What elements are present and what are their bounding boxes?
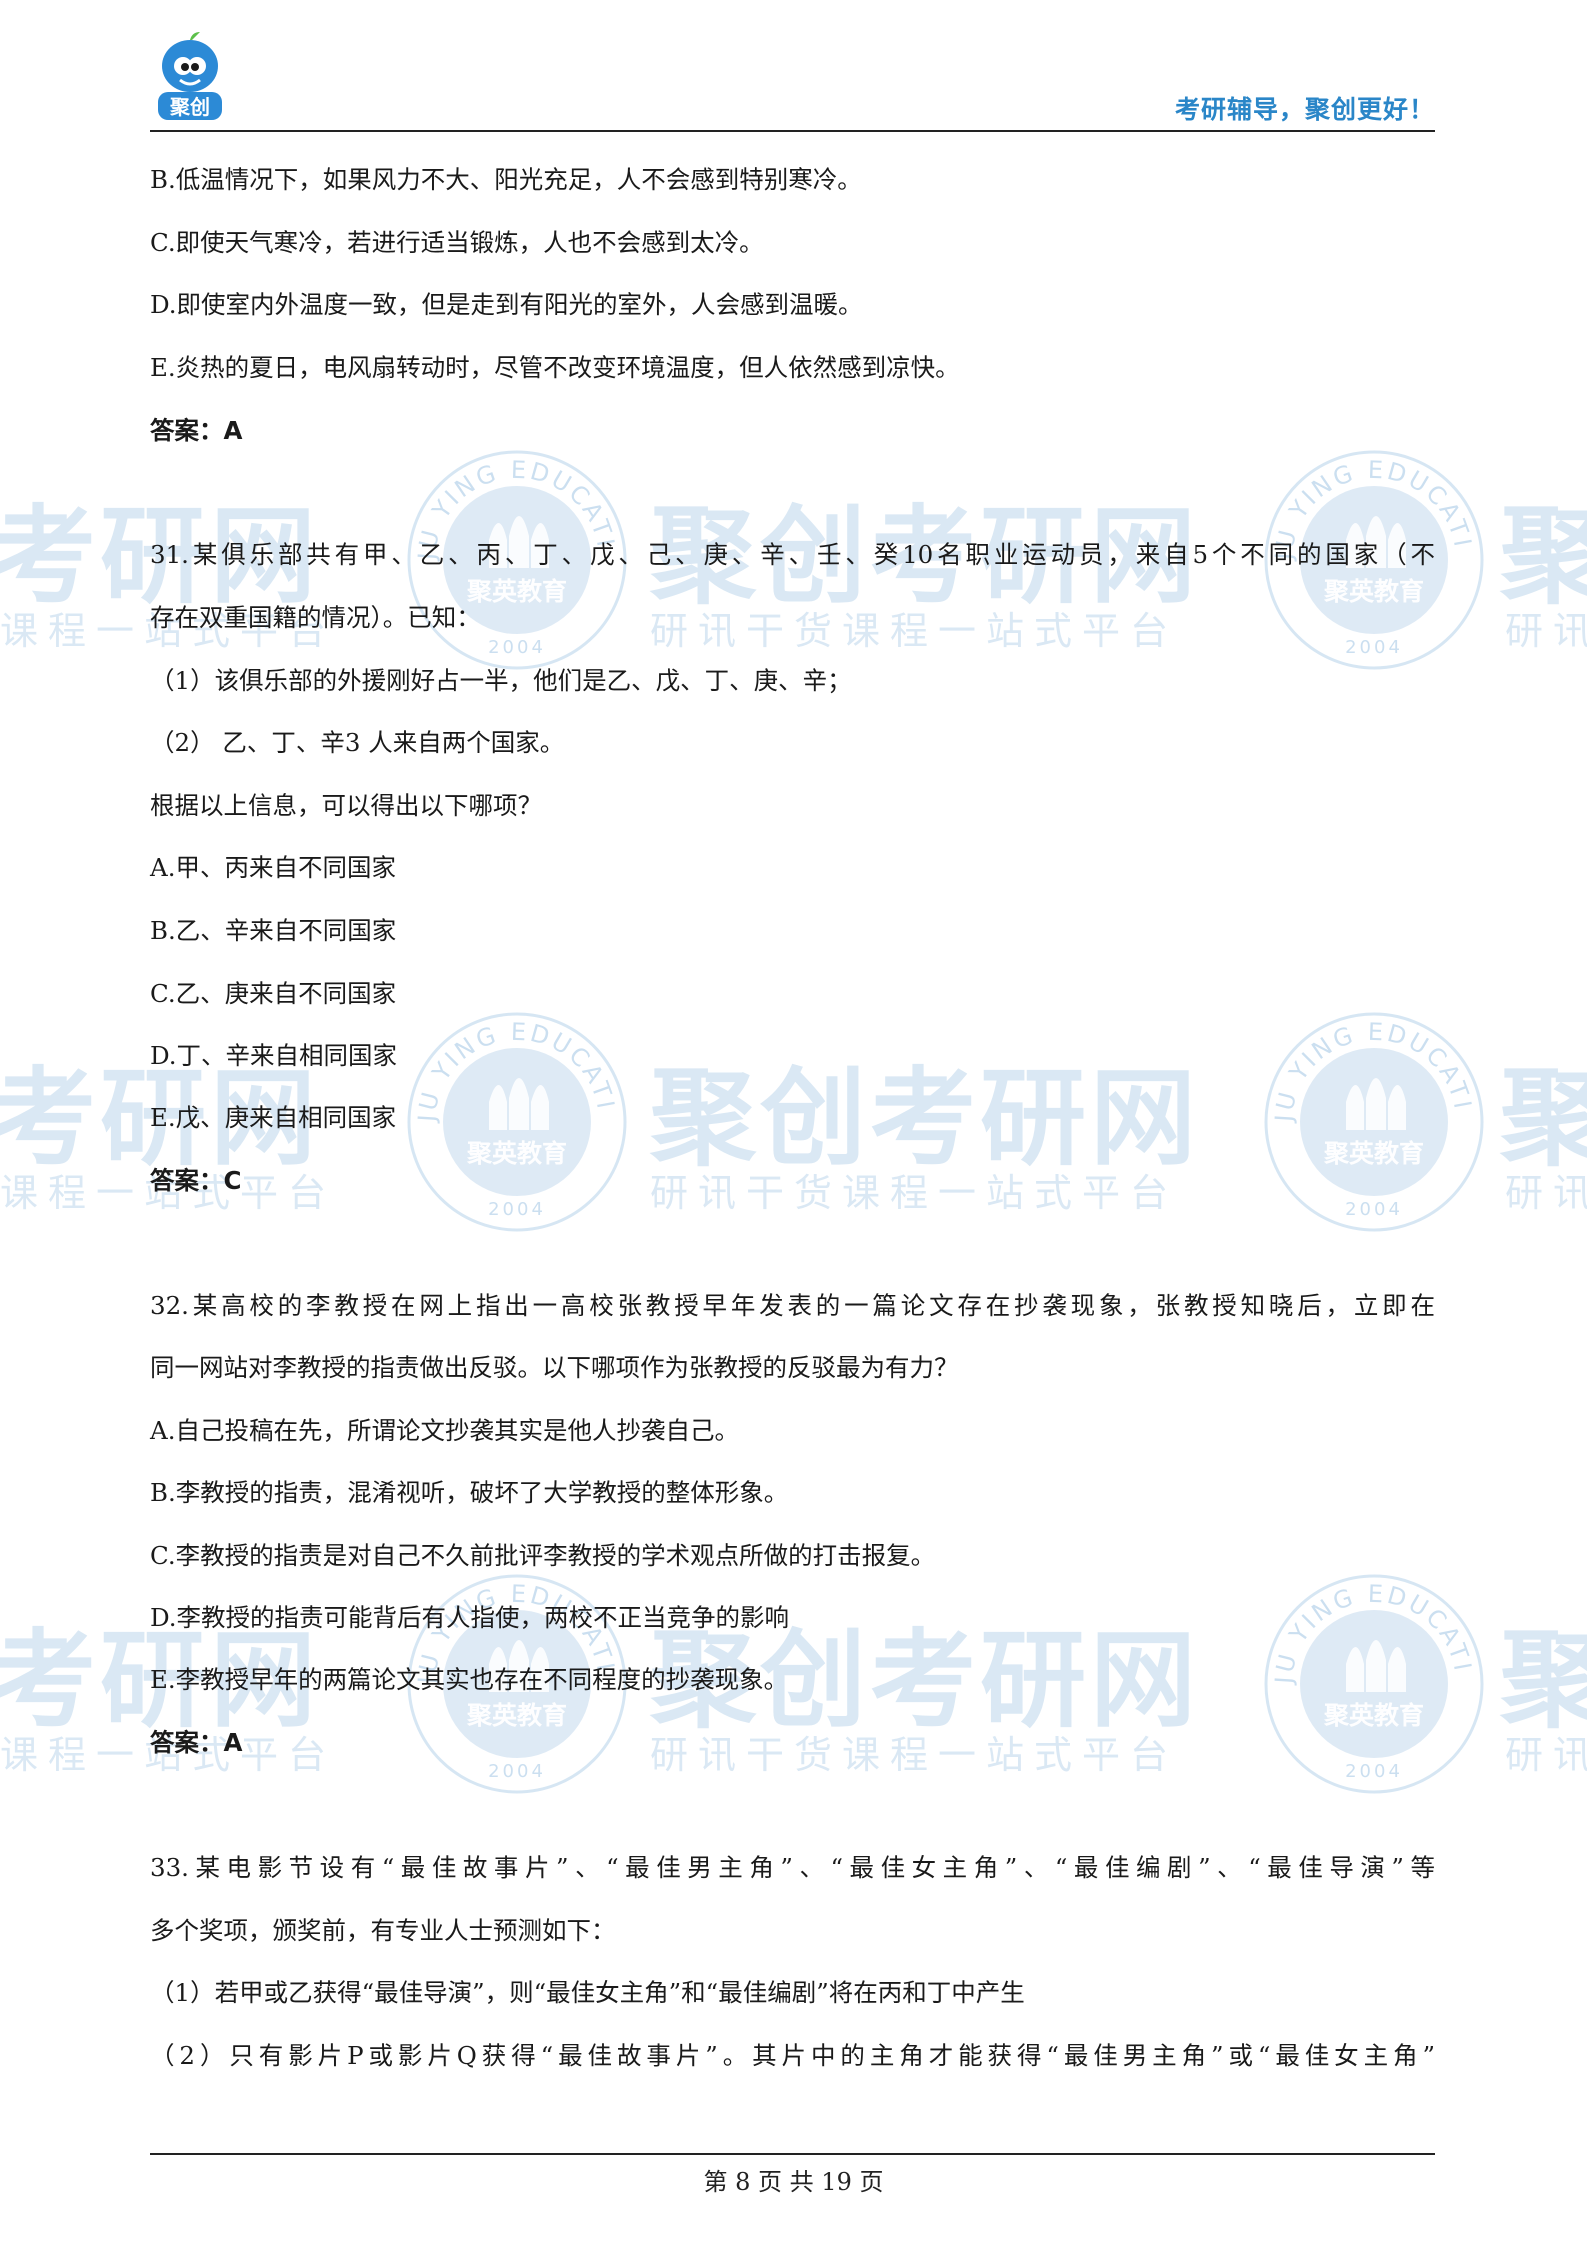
logo-icon: 聚创 [158,32,222,120]
logo-text: 聚创 [169,95,210,119]
q33-condition-2: （2）只有影片P或影片Q获得“最佳故事片”。其片中的主角才能获得“最佳男主角”或… [150,2041,1435,2070]
q31-question: 根据以上信息，可以得出以下哪项？ [150,791,542,820]
q33-condition-1: （1）若甲或乙获得“最佳导演”，则“最佳女主角”和“最佳编剧”将在丙和丁中产生 [150,1978,1025,2007]
q31-answer: 答案：C [150,1166,242,1195]
q31-stem-line-1: 31.某俱乐部共有甲、乙、丙、丁、戊、己、庚、辛、壬、癸10名职业运动员，来自5… [150,540,1435,569]
q33-stem-line-1: 33.某电影节设有“最佳故事片”、“最佳男主角”、“最佳女主角”、“最佳编剧”、… [150,1853,1435,1882]
q30-option-e: E.炎热的夏日，电风扇转动时，尽管不改变环境温度，但人依然感到凉快。 [150,353,960,382]
q30-answer: 答案：A [150,416,243,445]
q32-option-a: A.自己投稿在先，所谓论文抄袭其实是他人抄袭自己。 [150,1416,739,1445]
q31-stem-line-2: 存在双重国籍的情况）。已知： [150,603,481,632]
q32-stem-line-2: 同一网站对李教授的指责做出反驳。以下哪项作为张教授的反驳最为有力？ [150,1353,959,1382]
q30-option-d: D.即使室内外温度一致，但是走到有阳光的室外，人会感到温暖。 [150,290,863,319]
document-page: 聚创 考研辅导，聚创更好！ B.低温情况下，如果风力不大、阳光充足，人不会感到特… [0,0,1587,2245]
q32-option-c: C.李教授的指责是对自己不久前批评李教授的学术观点所做的打击报复。 [150,1541,936,1570]
q32-option-b: B.李教授的指责，混淆视听，破坏了大学教授的整体形象。 [150,1478,789,1507]
q31-condition-1: （1）该俱乐部的外援刚好占一半，他们是乙、戊、丁、庚、辛； [150,666,852,695]
page-number: 第 8 页 共 19 页 [703,2168,884,2196]
q30-option-c: C.即使天气寒冷，若进行适当锻炼，人也不会感到太冷。 [150,228,764,257]
q30-option-b: B.低温情况下，如果风力不大、阳光充足，人不会感到特别寒冷。 [150,165,862,194]
q31-option-a: A.甲、丙来自不同国家 [150,853,396,882]
q31-option-e: E.戊、庚来自相同国家 [150,1103,397,1132]
header-tagline: 考研辅导，聚创更好！ [1174,95,1435,124]
q33-stem-line-2: 多个奖项，颁奖前，有专业人士预测如下： [150,1916,616,1945]
q32-answer: 答案：A [150,1728,243,1757]
q31-condition-2: （2） 乙、丁、辛3 人来自两个国家。 [150,728,565,757]
q31-option-c: C.乙、庚来自不同国家 [150,979,397,1008]
header-divider [150,130,1435,132]
q31-option-b: B.乙、辛来自不同国家 [150,916,397,945]
footer-divider [150,2153,1435,2155]
q32-option-e: E.李教授早年的两篇论文其实也存在不同程度的抄袭现象。 [150,1665,789,1694]
q32-option-d: D.李教授的指责可能背后有人指使，两校不正当竞争的影响 [150,1603,790,1632]
q31-option-d: D.丁、辛来自相同国家 [150,1041,398,1070]
q32-stem-line-1: 32.某高校的李教授在网上指出一高校张教授早年发表的一篇论文存在抄袭现象，张教授… [150,1291,1435,1320]
